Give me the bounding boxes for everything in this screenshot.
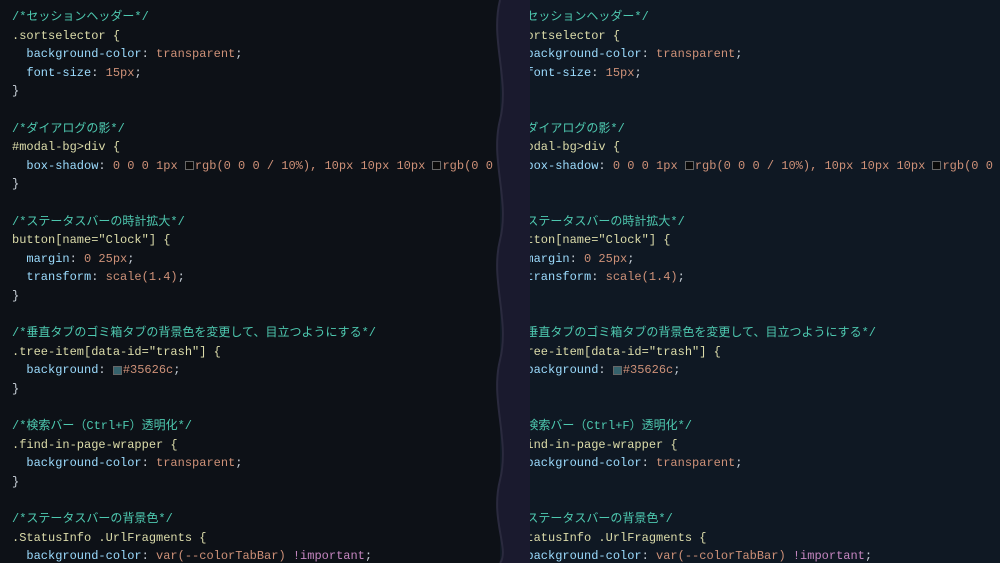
property-line: background-color: var(--colorTabBar) !im… (512, 547, 988, 563)
close-brace: } (12, 380, 488, 399)
comment-line: /*ステータスバーの背景色*/ (512, 510, 988, 529)
selector-line: .find-in-page-wrapper { (12, 436, 488, 455)
selector-line: .StatusInfo .UrlFragments { (512, 529, 988, 548)
comment-line: /*セッションヘッダー*/ (12, 8, 488, 27)
blank-line (512, 306, 988, 325)
property-line: background-color: transparent; (12, 454, 488, 473)
close-brace: } (12, 473, 488, 492)
comment-line: /*ステータスバーの時計拡大*/ (12, 213, 488, 232)
close-brace: } (12, 175, 488, 194)
selector-line: .find-in-page-wrapper { (512, 436, 988, 455)
property-line: margin: 0 25px; (512, 250, 988, 269)
property-line: transform: scale(1.4); (12, 268, 488, 287)
property-line: background-color: var(--colorTabBar) !im… (12, 547, 488, 563)
comment-line: /*検索バー（Ctrl+F）透明化*/ (12, 417, 488, 436)
close-brace: } (512, 473, 988, 492)
property-line: background-color: transparent; (12, 45, 488, 64)
selector-line: .sortselector { (12, 27, 488, 46)
close-brace: } (512, 287, 988, 306)
selector-line: #modal-bg>div { (12, 138, 488, 157)
selector-line: .sortselector { (512, 27, 988, 46)
comment-line: /*垂直タブのゴミ箱タブの背景色を変更して、目立つようにする*/ (12, 324, 488, 343)
comment-line: /*ステータスバーの背景色*/ (12, 510, 488, 529)
property-line: box-shadow: 0 0 0 1px rgb(0 0 0 / 10%), … (12, 157, 488, 176)
left-code-panel: /*セッションヘッダー*/ .sortselector { background… (0, 0, 500, 563)
comment-line: /*セッションヘッダー*/ (512, 8, 988, 27)
comment-line: /*ダイアログの影*/ (512, 120, 988, 139)
property-line: background: #35626c; (512, 361, 988, 380)
blank-line (12, 398, 488, 417)
property-line: font-size: 15px; (12, 64, 488, 83)
blank-line (512, 101, 988, 120)
comment-line: /*ステータスバーの時計拡大*/ (512, 213, 988, 232)
blank-line (12, 101, 488, 120)
selector-line: .StatusInfo .UrlFragments { (12, 529, 488, 548)
property-line: font-size: 15px; (512, 64, 988, 83)
property-line: margin: 0 25px; (12, 250, 488, 269)
close-brace: } (12, 82, 488, 101)
selector-line: .tree-item[data-id="trash"] { (12, 343, 488, 362)
comment-line: /*検索バー（Ctrl+F）透明化*/ (512, 417, 988, 436)
close-brace: } (512, 175, 988, 194)
blank-line (12, 491, 488, 510)
property-line: background-color: transparent; (512, 45, 988, 64)
selector-line: #modal-bg>div { (512, 138, 988, 157)
close-brace: } (512, 82, 988, 101)
selector-line: button[name="Clock"] { (512, 231, 988, 250)
blank-line (12, 306, 488, 325)
left-code-content: /*セッションヘッダー*/ .sortselector { background… (12, 8, 488, 563)
close-brace: } (12, 287, 488, 306)
blank-line (512, 398, 988, 417)
property-line: transform: scale(1.4); (512, 268, 988, 287)
blank-line (512, 194, 988, 213)
property-line: background-color: transparent; (512, 454, 988, 473)
property-line: box-shadow: 0 0 0 1px rgb(0 0 0 / 10%), … (512, 157, 988, 176)
right-code-panel: /*セッションヘッダー*/ .sortselector { background… (500, 0, 1000, 563)
property-line: background: #35626c; (12, 361, 488, 380)
blank-line (512, 491, 988, 510)
blank-line (12, 194, 488, 213)
comment-line: /*垂直タブのゴミ箱タブの背景色を変更して、目立つようにする*/ (512, 324, 988, 343)
close-brace: } (512, 380, 988, 399)
selector-line: .tree-item[data-id="trash"] { (512, 343, 988, 362)
right-code-content: /*セッションヘッダー*/ .sortselector { background… (512, 8, 988, 563)
selector-line: button[name="Clock"] { (12, 231, 488, 250)
comment-line: /*ダイアログの影*/ (12, 120, 488, 139)
